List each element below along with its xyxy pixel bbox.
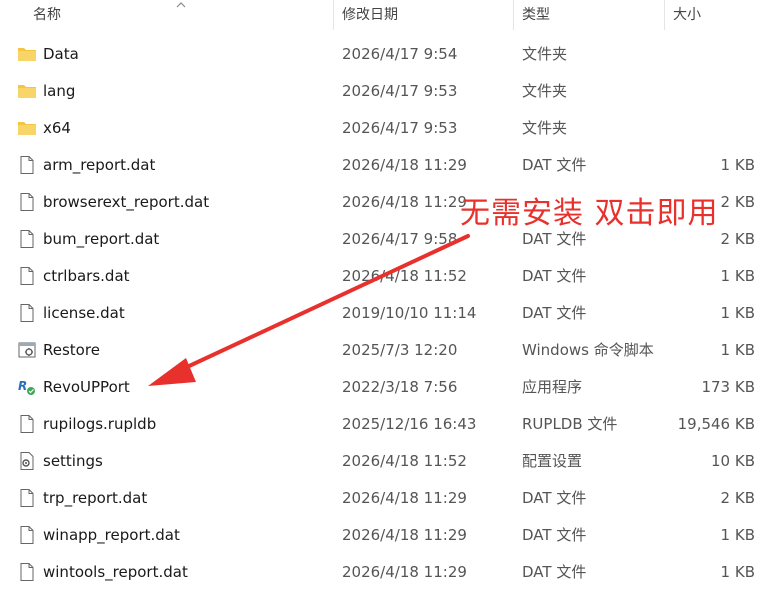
file-type: DAT 文件	[522, 489, 587, 507]
file-icon	[20, 415, 34, 433]
file-icon	[20, 230, 34, 248]
script-icon	[18, 342, 36, 358]
svg-text:R: R	[18, 379, 27, 393]
file-icon	[20, 267, 34, 285]
file-size: 1 KB	[720, 563, 755, 581]
file-name: trp_report.dat	[43, 489, 148, 507]
column-size-header[interactable]: 大小	[673, 0, 701, 30]
list-item[interactable]: Restore 2025/7/3 12:20 Windows 命令脚本 1 KB	[0, 332, 776, 369]
list-item[interactable]: Data 2026/4/17 9:54 文件夹	[0, 36, 776, 73]
column-divider[interactable]	[333, 0, 334, 30]
column-header: 名称 修改日期 类型 大小	[0, 0, 776, 30]
file-size: 2 KB	[720, 230, 755, 248]
list-item[interactable]: x64 2026/4/17 9:53 文件夹	[0, 110, 776, 147]
file-icon	[20, 156, 34, 174]
file-modified: 2022/3/18 7:56	[342, 378, 458, 396]
file-name: Restore	[43, 341, 100, 359]
settings-file-icon	[20, 452, 34, 470]
list-item[interactable]: arm_report.dat 2026/4/18 11:29 DAT 文件 1 …	[0, 147, 776, 184]
column-name-header[interactable]: 名称	[33, 0, 61, 30]
file-modified: 2026/4/18 11:29	[342, 156, 467, 174]
column-modified-header[interactable]: 修改日期	[342, 0, 398, 30]
file-modified: 2026/4/18 11:29	[342, 489, 467, 507]
folder-icon	[18, 122, 36, 135]
file-type: Windows 命令脚本	[522, 341, 654, 359]
column-divider[interactable]	[664, 0, 665, 30]
file-modified: 2019/10/10 11:14	[342, 304, 477, 322]
file-name: winapp_report.dat	[43, 526, 180, 544]
file-modified: 2026/4/17 9:54	[342, 45, 458, 63]
file-icon	[20, 563, 34, 581]
file-size: 1 KB	[720, 341, 755, 359]
list-item[interactable]: settings 2026/4/18 11:52 配置设置 10 KB	[0, 443, 776, 480]
file-name: license.dat	[43, 304, 125, 322]
file-type: DAT 文件	[522, 156, 587, 174]
file-size: 1 KB	[720, 526, 755, 544]
list-item[interactable]: ctrlbars.dat 2026/4/18 11:52 DAT 文件 1 KB	[0, 258, 776, 295]
file-size: 2 KB	[720, 489, 755, 507]
file-name: rupilogs.rupldb	[43, 415, 157, 433]
file-type: RUPLDB 文件	[522, 415, 618, 433]
file-type: 文件夹	[522, 45, 568, 63]
file-modified: 2025/12/16 16:43	[342, 415, 477, 433]
file-size: 1 KB	[720, 156, 755, 174]
file-type: 应用程序	[522, 378, 583, 396]
file-size: 10 KB	[711, 452, 755, 470]
file-type: 文件夹	[522, 82, 568, 100]
file-size: 173 KB	[701, 378, 755, 396]
file-modified: 2025/7/3 12:20	[342, 341, 458, 359]
app-icon: R	[18, 379, 35, 395]
column-divider[interactable]	[513, 0, 514, 30]
file-modified: 2026/4/18 11:52	[342, 267, 467, 285]
file-list: Data 2026/4/17 9:54 文件夹 lang 2026/4/17 9…	[0, 36, 776, 591]
file-name: settings	[43, 452, 103, 470]
file-type: DAT 文件	[522, 304, 587, 322]
file-name: x64	[43, 119, 71, 137]
file-type: DAT 文件	[522, 563, 587, 581]
file-name: browserext_report.dat	[43, 193, 210, 211]
column-type-header[interactable]: 类型	[522, 0, 550, 30]
annotation-text: 无需安装 双击即用	[460, 196, 719, 231]
file-modified: 2026/4/18 11:52	[342, 452, 467, 470]
list-item[interactable]: winapp_report.dat 2026/4/18 11:29 DAT 文件…	[0, 517, 776, 554]
sort-ascending-icon	[176, 2, 186, 8]
file-icon	[20, 304, 34, 322]
file-size: 19,546 KB	[677, 415, 755, 433]
file-name: Data	[43, 45, 79, 63]
file-modified: 2026/4/17 9:53	[342, 82, 458, 100]
list-item[interactable]: license.dat 2019/10/10 11:14 DAT 文件 1 KB	[0, 295, 776, 332]
file-modified: 2026/4/18 11:29	[342, 193, 467, 211]
file-name: RevoUPPort	[43, 378, 130, 396]
file-name: bum_report.dat	[43, 230, 160, 248]
file-icon	[20, 489, 34, 507]
file-name: arm_report.dat	[43, 156, 156, 174]
file-type: DAT 文件	[522, 267, 587, 285]
folder-icon	[18, 48, 36, 61]
file-modified: 2026/4/18 11:29	[342, 526, 467, 544]
file-name: lang	[43, 82, 76, 100]
file-size: 1 KB	[720, 267, 755, 285]
folder-icon	[18, 85, 36, 98]
file-size: 2 KB	[720, 193, 755, 211]
file-type: 文件夹	[522, 119, 568, 137]
file-size: 1 KB	[720, 304, 755, 322]
file-name: ctrlbars.dat	[43, 267, 130, 285]
file-icon	[20, 526, 34, 544]
list-item[interactable]: trp_report.dat 2026/4/18 11:29 DAT 文件 2 …	[0, 480, 776, 517]
file-modified: 2026/4/17 9:53	[342, 119, 458, 137]
list-item[interactable]: lang 2026/4/17 9:53 文件夹	[0, 73, 776, 110]
list-item[interactable]: wintools_report.dat 2026/4/18 11:29 DAT …	[0, 554, 776, 591]
file-type: DAT 文件	[522, 526, 587, 544]
file-type: 配置设置	[522, 452, 583, 470]
file-icon	[20, 193, 34, 211]
file-name: wintools_report.dat	[43, 563, 188, 581]
list-item[interactable]: R RevoUPPort 2022/3/18 7:56 应用程序 173 KB	[0, 369, 776, 406]
file-modified: 2026/4/17 9:58	[342, 230, 458, 248]
file-modified: 2026/4/18 11:29	[342, 563, 467, 581]
list-item[interactable]: rupilogs.rupldb 2025/12/16 16:43 RUPLDB …	[0, 406, 776, 443]
